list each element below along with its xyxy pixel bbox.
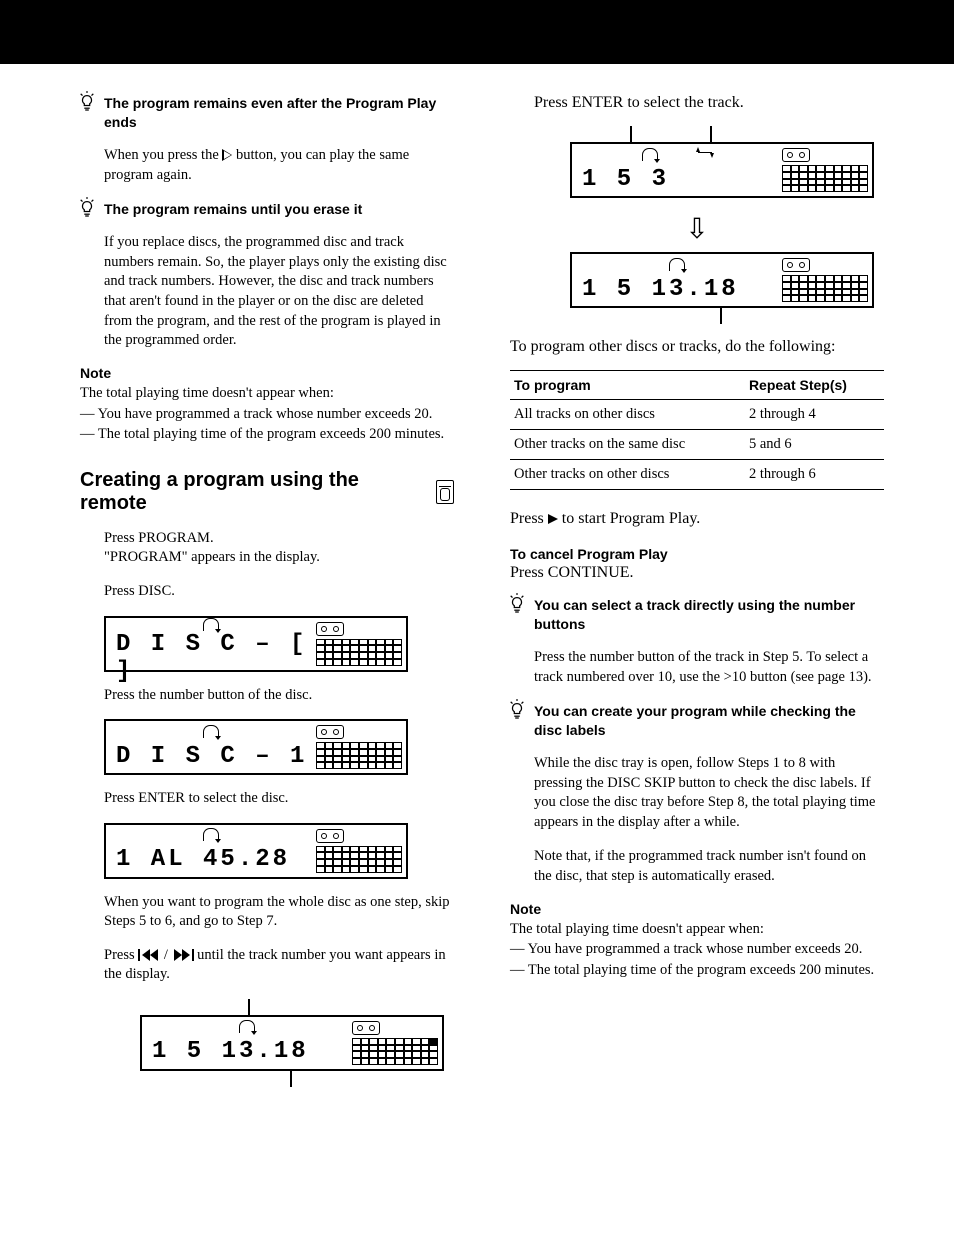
right-column: Press ENTER to select the track. 1 5 3 ⇩… <box>510 94 884 1101</box>
tip-select-track-directly: You can select a track directly using th… <box>534 596 884 687</box>
tip-body: When you press the button, you can play … <box>104 146 454 185</box>
lcd-readout: 1 AL 45.28 <box>106 845 316 877</box>
step-2: Press DISC. <box>104 582 454 602</box>
left-column: The program remains even after the Progr… <box>80 94 454 1101</box>
header-black-bar <box>0 0 954 64</box>
tip-check-disc-labels: You can create your program while checki… <box>534 702 884 886</box>
lcd-readout: D I S C – 1 <box>106 741 316 773</box>
table-row: Other tracks on the same disc 5 and 6 <box>510 430 884 460</box>
cassette-icon <box>352 1021 380 1035</box>
table-cell: Other tracks on other discs <box>510 460 745 490</box>
calendar-grid <box>316 742 402 769</box>
tip-heading: The program remains until you erase it <box>104 200 454 219</box>
play-icon <box>548 514 558 524</box>
table-header: Repeat Step(s) <box>745 371 884 400</box>
skip-note: When you want to program the whole disc … <box>104 893 454 932</box>
calendar-grid <box>782 165 868 192</box>
note-line: The total playing time doesn't appear wh… <box>510 919 884 940</box>
cassette-icon <box>316 725 344 739</box>
calendar-grid <box>316 846 402 873</box>
text: Press <box>104 947 138 963</box>
text: "PROGRAM" appears in the display. <box>104 549 320 565</box>
lcd-readout: 1 5 13.18 <box>572 274 782 306</box>
calendar-grid <box>316 639 402 666</box>
table-cell: 2 through 4 <box>745 400 884 430</box>
tip-program-remains-after-play: The program remains even after the Progr… <box>104 94 454 185</box>
cassette-icon <box>316 829 344 843</box>
lightbulb-icon <box>78 90 96 112</box>
step-3: Press the number button of the disc. <box>104 686 454 706</box>
lcd-display-3: 1 AL 45.28 <box>104 823 454 879</box>
tip-heading: You can select a track directly using th… <box>534 596 884 634</box>
table-header: To program <box>510 371 745 400</box>
lcd-display-1: D I S C – [ ] <box>104 616 454 672</box>
single-icon <box>698 152 712 156</box>
text: Press <box>510 510 548 527</box>
repeat-icon <box>203 618 219 631</box>
cancel-heading: To cancel Program Play <box>510 546 884 562</box>
note-line: — You have programmed a track whose numb… <box>80 404 454 425</box>
cassette-icon <box>316 622 344 636</box>
prev-track-icon <box>138 949 160 961</box>
text: to start Program Play. <box>558 510 701 527</box>
calendar-grid <box>352 1038 438 1065</box>
lightbulb-icon <box>508 698 526 720</box>
tip-body: Note that, if the programmed track numbe… <box>534 847 884 886</box>
remote-icon <box>436 480 454 504</box>
play-icon <box>222 150 232 160</box>
next-track-icon <box>172 949 194 961</box>
note-line: — You have programmed a track whose numb… <box>510 939 884 960</box>
lightbulb-icon <box>508 592 526 614</box>
table-row: Other tracks on other discs 2 through 6 <box>510 460 884 490</box>
lcd-display-4: 1 5 13.18 <box>140 999 454 1087</box>
repeat-icon <box>239 1020 255 1033</box>
down-arrow-icon: ⇩ <box>510 212 884 246</box>
note-line: — The total playing time of the program … <box>80 424 454 445</box>
step-4: Press ENTER to select the disc. <box>104 789 454 809</box>
table-cell: 5 and 6 <box>745 430 884 460</box>
calendar-grid <box>782 275 868 302</box>
lightbulb-icon <box>78 196 96 218</box>
lcd-display-2: D I S C – 1 <box>104 719 454 775</box>
text: Press PROGRAM. <box>104 530 214 546</box>
note-line: The total playing time doesn't appear wh… <box>80 383 454 404</box>
note-heading: Note <box>80 365 454 381</box>
step-6: Press ENTER to select the track. <box>534 94 884 112</box>
tip-heading: You can create your program while checki… <box>534 702 884 740</box>
lcd-display-5: 1 5 3 <box>570 126 884 198</box>
step-7: To program other discs or tracks, do the… <box>510 338 884 356</box>
step-5: Press / until the track number you want … <box>104 946 454 985</box>
lcd-readout: D I S C – [ ] <box>106 631 316 687</box>
cassette-icon <box>782 258 810 272</box>
heading-text: Creating a program using the remote <box>80 469 428 515</box>
tip-body: While the disc tray is open, follow Step… <box>534 754 884 832</box>
lcd-readout: 1 5 3 <box>572 164 782 196</box>
repeat-icon <box>203 828 219 841</box>
repeat-icon <box>642 148 658 161</box>
tip-body: If you replace discs, the programmed dis… <box>104 233 454 350</box>
table-cell: All tracks on other discs <box>510 400 745 430</box>
text: When you press the <box>104 147 222 163</box>
cassette-icon <box>782 148 810 162</box>
table-cell: Other tracks on the same disc <box>510 430 745 460</box>
table-row: All tracks on other discs 2 through 4 <box>510 400 884 430</box>
repeat-icon <box>203 725 219 738</box>
tip-heading: The program remains even after the Progr… <box>104 94 454 132</box>
step-1: Press PROGRAM. "PROGRAM" appears in the … <box>104 529 454 568</box>
note-line: — The total playing time of the program … <box>510 960 884 981</box>
table-cell: 2 through 6 <box>745 460 884 490</box>
page-content: The program remains even after the Progr… <box>0 64 954 1151</box>
step-8: Press to start Program Play. <box>510 510 884 528</box>
tip-program-remains-until-erase: The program remains until you erase it I… <box>104 200 454 351</box>
lcd-readout: 1 5 13.18 <box>142 1037 352 1069</box>
tip-body: Press the number button of the track in … <box>534 648 884 687</box>
program-steps-table: To program Repeat Step(s) All tracks on … <box>510 370 884 490</box>
note-heading: Note <box>510 901 884 917</box>
lcd-display-6: 1 5 13.18 <box>570 252 884 324</box>
cancel-body: Press CONTINUE. <box>510 564 884 582</box>
section-heading: Creating a program using the remote <box>80 469 454 515</box>
repeat-icon <box>669 258 685 271</box>
